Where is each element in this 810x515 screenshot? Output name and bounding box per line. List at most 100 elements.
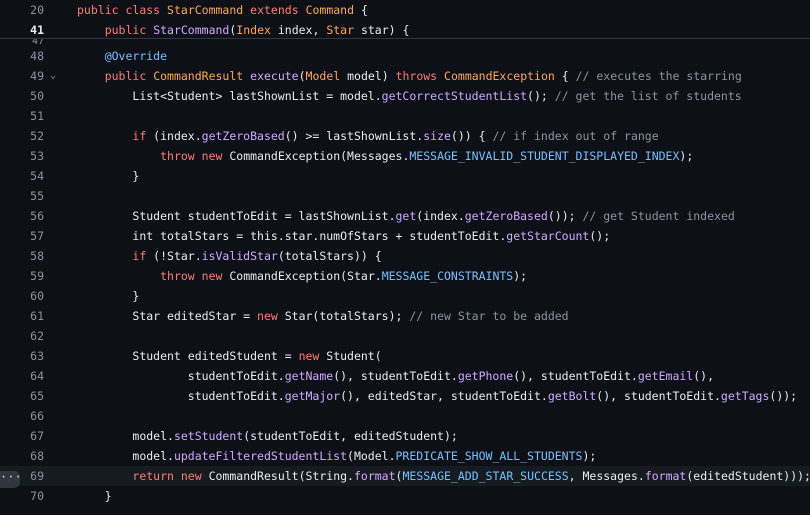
code-line: 68 model.updateFilteredStudentList(Model… xyxy=(0,446,810,466)
code-token: (editedStudent))); xyxy=(686,469,810,483)
code-token: getCorrectStudentList xyxy=(381,89,528,103)
code-token: { xyxy=(554,69,576,83)
code-token: index, xyxy=(270,23,327,37)
code-line: 67 model.setStudent(studentToEdit, edite… xyxy=(0,426,810,446)
code-token: size xyxy=(423,129,451,143)
code-token: // get the list of students xyxy=(554,89,742,103)
code-token: ()); xyxy=(547,209,583,223)
code-token: studentToEdit. xyxy=(187,389,285,403)
line-number: 57 xyxy=(30,229,44,243)
code-token: (totalStars)) { xyxy=(277,249,382,263)
code-line: 60 } xyxy=(0,286,810,306)
code-token: get xyxy=(395,209,417,223)
code-line: 66 xyxy=(0,406,810,426)
code-token: PREDICATE_SHOW_ALL_STUDENTS xyxy=(395,449,583,463)
code-line: 65 studentToEdit.getMajor(), editedStar,… xyxy=(0,386,810,406)
code-token: new xyxy=(298,349,320,363)
code-token: (!Star. xyxy=(146,249,202,263)
code-token: (), studentToEdit. xyxy=(596,389,721,403)
code-token: return xyxy=(132,469,174,483)
code-token: () >= lastShownList. xyxy=(284,129,424,143)
line-number: 66 xyxy=(30,409,44,423)
code-token: execute xyxy=(250,69,299,83)
sticky-line: 20 public class StarCommand extends Comma… xyxy=(0,0,810,20)
code-token: } xyxy=(132,169,140,183)
code-text: studentToEdit.getName(), studentToEdit.g… xyxy=(77,366,714,386)
code-token: (studentToEdit, editedStudent); xyxy=(243,429,458,443)
code-text: public CommandResult execute(Model model… xyxy=(77,66,742,86)
code-token: ()) { xyxy=(450,129,493,143)
code-token: studentToEdit. xyxy=(187,369,285,383)
code-token: star) { xyxy=(354,23,410,37)
line-number: 59 xyxy=(30,269,44,283)
code-token: updateFilteredStudentList xyxy=(173,449,348,463)
code-token: (); xyxy=(589,229,611,243)
line-number: 52 xyxy=(30,129,44,143)
code-token: (Model. xyxy=(347,449,396,463)
code-token: @Override xyxy=(104,49,168,63)
code-token: Star xyxy=(326,23,355,37)
code-token: getTags xyxy=(720,389,770,403)
code-token: isValidStar xyxy=(201,249,278,263)
code-token: CommandException(Star. xyxy=(222,269,382,283)
code-token: throw xyxy=(160,149,195,163)
code-text: List<Student> lastShownList = model.getC… xyxy=(77,86,742,106)
code-text: Student studentToEdit = lastShownList.ge… xyxy=(77,206,734,226)
code-line: 55 xyxy=(0,186,810,206)
code-token: } xyxy=(104,489,112,503)
code-line: 57 int totalStars = this.star.numOfStars… xyxy=(0,226,810,246)
code-token: (index. xyxy=(416,209,465,223)
code-token: MESSAGE_INVALID_STUDENT_DISPLAYED_INDEX xyxy=(409,149,680,163)
line-number: 67 xyxy=(30,429,44,443)
code-token: getName xyxy=(284,369,334,383)
code-token: if xyxy=(132,129,147,143)
code-token: { xyxy=(354,3,368,17)
code-text: } xyxy=(77,166,139,186)
code-token: ); xyxy=(582,449,597,463)
code-line: 50 List<Student> lastShownList = model.g… xyxy=(0,86,810,106)
code-token: Star(totalStars); xyxy=(277,309,410,323)
code-token: ); xyxy=(679,149,694,163)
code-token: , Messages. xyxy=(568,469,645,483)
code-line: 56 Student studentToEdit = lastShownList… xyxy=(0,206,810,226)
fold-chevron-icon[interactable]: ⌄ xyxy=(50,66,62,86)
code-token: CommandResult xyxy=(153,69,244,83)
code-token: model) xyxy=(340,69,396,83)
code-token: StarCommand xyxy=(153,23,230,37)
code-line: 70 } xyxy=(0,486,810,506)
line-number: 61 xyxy=(30,309,44,323)
code-token: format xyxy=(644,469,687,483)
line-number: 68 xyxy=(30,449,44,463)
code-line: 58 if (!Star.isValidStar(totalStars)) { xyxy=(0,246,810,266)
code-text: public class StarCommand extends Command… xyxy=(77,0,368,20)
code-text: studentToEdit.getMajor(), editedStar, st… xyxy=(77,386,797,406)
code-line: 54 } xyxy=(0,166,810,186)
code-text: model.setStudent(studentToEdit, editedSt… xyxy=(77,426,458,446)
code-text: } xyxy=(77,486,112,506)
code-token: ( xyxy=(298,69,306,83)
code-text: Star editedStar = new Star(totalStars); … xyxy=(77,306,568,326)
line-number: 65 xyxy=(30,389,44,403)
line-number: 64 xyxy=(30,369,44,383)
kebab-dots-icon: ··· xyxy=(0,470,22,484)
code-token: Student editedStudent = xyxy=(132,349,299,363)
line-options-button[interactable]: ··· xyxy=(0,470,22,488)
line-number: 70 xyxy=(30,489,44,503)
code-text: if (index.getZeroBased() >= lastShownLis… xyxy=(77,126,658,146)
code-token: StarCommand xyxy=(167,3,244,17)
line-number: 63 xyxy=(30,349,44,363)
line-number: 53 xyxy=(30,149,44,163)
code-token: model. xyxy=(132,449,174,463)
code-token: Star editedStar = xyxy=(132,309,258,323)
code-token: throw xyxy=(160,269,195,283)
line-number: 41 xyxy=(30,23,44,37)
code-token: CommandResult(String. xyxy=(201,469,354,483)
code-token: (index. xyxy=(146,129,202,143)
code-token: class xyxy=(125,3,161,17)
code-token: MESSAGE_CONSTRAINTS xyxy=(381,269,514,283)
code-text: Student editedStudent = new Student( xyxy=(77,346,381,366)
code-line: 63 Student editedStudent = new Student( xyxy=(0,346,810,366)
